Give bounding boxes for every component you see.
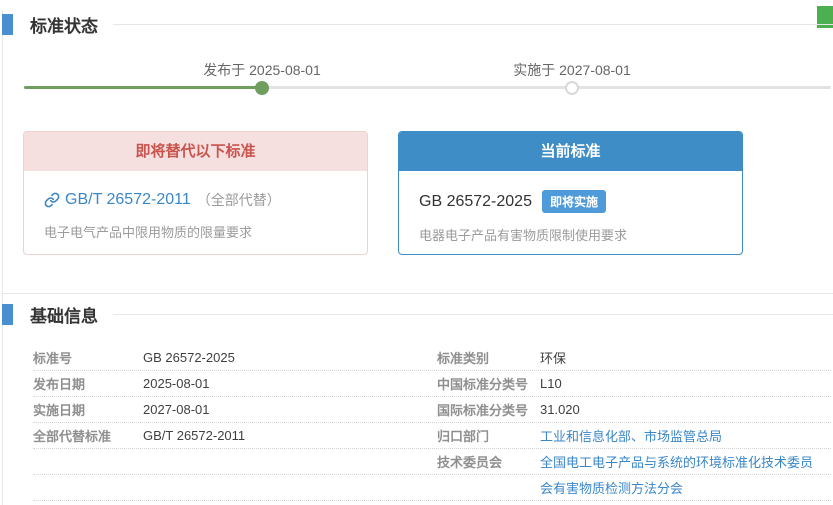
replace-note: （全部代替） bbox=[197, 190, 281, 210]
department-link[interactable]: 工业和信息化部、市场监管总局 bbox=[540, 426, 722, 445]
technical-committee-link[interactable]: 全国电工电子产品与系统的环境标准化技术委员 bbox=[540, 452, 813, 471]
table-row: 全部代替标准 GB/T 26572-2011 归口部门 工业和信息化部、市场监管… bbox=[33, 423, 831, 449]
table-row: 实施日期 2027-08-01 国际标准分类号 31.020 bbox=[33, 397, 831, 423]
field-label: 中国标准分类号 bbox=[437, 374, 540, 393]
basic-section-header: 基础信息 bbox=[2, 302, 833, 327]
table-row: 发布日期 2025-08-01 中国标准分类号 L10 bbox=[33, 371, 831, 397]
field-label: 国际标准分类号 bbox=[437, 400, 540, 419]
replaced-standard-link[interactable]: GB/T 26572-2011 bbox=[44, 191, 191, 209]
timeline-dot-implemented bbox=[565, 81, 579, 95]
field-label: 归口部门 bbox=[437, 426, 540, 445]
replaced-standard-number: GB/T 26572-2011 bbox=[65, 191, 191, 209]
section-rule bbox=[113, 24, 833, 25]
field-label: 全部代替标准 bbox=[33, 426, 143, 445]
basic-section-title: 基础信息 bbox=[30, 302, 98, 327]
table-row: 标准号 GB 26572-2025 标准类别 环保 bbox=[33, 345, 831, 371]
field-label: 实施日期 bbox=[33, 400, 143, 419]
current-standard-number: GB 26572-2025 bbox=[419, 193, 532, 211]
replaced-standard-card: 即将替代以下标准 GB/T 26572-2011 （全部代替） 电子电气产品中限… bbox=[23, 131, 368, 255]
field-label: 标准号 bbox=[33, 348, 143, 367]
status-section-header: 标准状态 bbox=[2, 12, 833, 37]
replaced-standard-name: 电子电气产品中限用物质的限量要求 bbox=[44, 222, 347, 241]
link-icon bbox=[44, 192, 60, 208]
field-value: L10 bbox=[540, 376, 562, 391]
section-rule bbox=[113, 314, 833, 315]
field-value: GB 26572-2025 bbox=[143, 350, 235, 365]
table-row: 技术委员会 全国电工电子产品与系统的环境标准化技术委员 bbox=[33, 449, 831, 475]
field-value: 2025-08-01 bbox=[143, 376, 210, 391]
section-accent-bar bbox=[2, 304, 13, 325]
field-label: 技术委员会 bbox=[437, 452, 540, 471]
timeline-dot-published bbox=[255, 81, 269, 95]
basic-info-table: 标准号 GB 26572-2025 标准类别 环保 发布日期 2025-08-0… bbox=[33, 345, 831, 501]
field-label: 发布日期 bbox=[33, 374, 143, 393]
current-standard-card: 当前标准 GB 26572-2025 即将实施 电器电子产品有害物质限制使用要求 bbox=[398, 131, 743, 255]
technical-committee-link[interactable]: 会有害物质检测方法分会 bbox=[540, 478, 683, 497]
section-accent-bar bbox=[2, 14, 13, 35]
field-value: 31.020 bbox=[540, 402, 580, 417]
timeline-implemented-label: 实施于 2027-08-01 bbox=[513, 60, 631, 80]
replaced-card-header: 即将替代以下标准 bbox=[24, 132, 367, 171]
timeline-track-completed bbox=[24, 86, 262, 89]
table-row: 会有害物质检测方法分会 bbox=[33, 475, 831, 501]
field-label: 标准类别 bbox=[437, 348, 540, 367]
field-value: 2027-08-01 bbox=[143, 402, 210, 417]
page-left-border bbox=[2, 10, 3, 505]
current-card-header: 当前标准 bbox=[399, 132, 742, 171]
current-standard-name: 电器电子产品有害物质限制使用要求 bbox=[419, 225, 722, 244]
timeline-published-label: 发布于 2025-08-01 bbox=[203, 60, 321, 80]
field-value: GB/T 26572-2011 bbox=[143, 428, 245, 443]
field-value: 环保 bbox=[540, 348, 566, 367]
status-section-title: 标准状态 bbox=[30, 12, 98, 37]
status-badge: 即将实施 bbox=[542, 190, 606, 213]
section-divider bbox=[2, 293, 833, 294]
